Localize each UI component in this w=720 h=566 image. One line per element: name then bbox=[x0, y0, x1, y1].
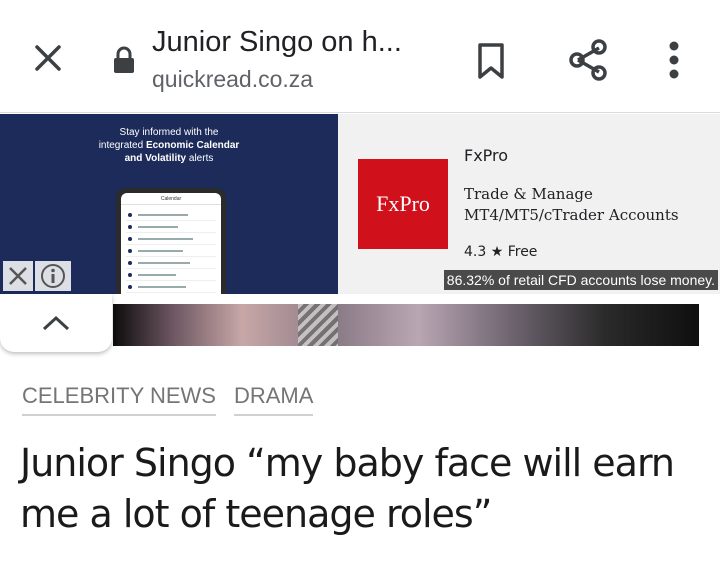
share-button[interactable] bbox=[562, 34, 614, 86]
collapse-ad-button[interactable] bbox=[0, 294, 112, 352]
calendar-row bbox=[126, 211, 216, 221]
calendar-row bbox=[126, 271, 216, 281]
share-icon bbox=[569, 39, 607, 81]
ad-description: Trade & Manage MT4/MT5/cTrader Accounts bbox=[464, 185, 679, 224]
ad-rating: 4.3 ★ Free bbox=[464, 244, 538, 260]
phone-mockup: Calendar bbox=[116, 188, 226, 294]
bookmark-button[interactable] bbox=[466, 36, 516, 86]
ad-info-button[interactable] bbox=[35, 261, 71, 291]
calendar-row bbox=[126, 283, 216, 293]
info-icon bbox=[41, 264, 65, 288]
bookmark-icon bbox=[478, 43, 504, 79]
hero-chain-detail bbox=[298, 304, 338, 346]
ad-tagline: Stay informed with the integrated Econom… bbox=[98, 127, 240, 164]
ad-text-panel[interactable]: FxPro FxPro Trade & Manage MT4/MT5/cTrad… bbox=[338, 114, 720, 294]
browser-top-bar: Junior Singo on h... quickread.co.za bbox=[0, 0, 720, 113]
page-title[interactable]: Junior Singo on h... bbox=[152, 26, 402, 59]
category-drama[interactable]: DRAMA bbox=[233, 383, 314, 416]
more-vert-icon bbox=[669, 41, 679, 79]
more-menu-button[interactable] bbox=[654, 34, 694, 86]
advertiser-logo[interactable]: FxPro bbox=[358, 159, 448, 249]
calendar-row bbox=[126, 247, 216, 257]
close-icon bbox=[9, 267, 27, 285]
page-url[interactable]: quickread.co.za bbox=[152, 66, 313, 93]
close-tab-button[interactable] bbox=[26, 36, 70, 80]
article-headline: Junior Singo “my baby face will earn me … bbox=[20, 441, 675, 536]
phone-screen: Calendar bbox=[121, 193, 221, 294]
article-categories: CELEBRITY NEWS DRAMA bbox=[22, 383, 314, 416]
phone-calendar-header: Calendar bbox=[121, 193, 221, 205]
calendar-row bbox=[126, 223, 216, 233]
ad-risk-warning: 86.32% of retail CFD accounts lose money… bbox=[443, 270, 718, 290]
lock-icon bbox=[114, 46, 134, 73]
calendar-row bbox=[126, 259, 216, 269]
chevron-up-icon bbox=[42, 315, 70, 331]
ad-banner[interactable]: Stay informed with the integrated Econom… bbox=[0, 114, 720, 294]
ad-close-button[interactable] bbox=[3, 261, 33, 291]
advertiser-name[interactable]: FxPro bbox=[464, 146, 508, 165]
calendar-row bbox=[126, 235, 216, 245]
article-hero-image bbox=[113, 304, 699, 346]
category-celebrity-news[interactable]: CELEBRITY NEWS bbox=[22, 383, 216, 416]
close-icon bbox=[35, 45, 61, 71]
